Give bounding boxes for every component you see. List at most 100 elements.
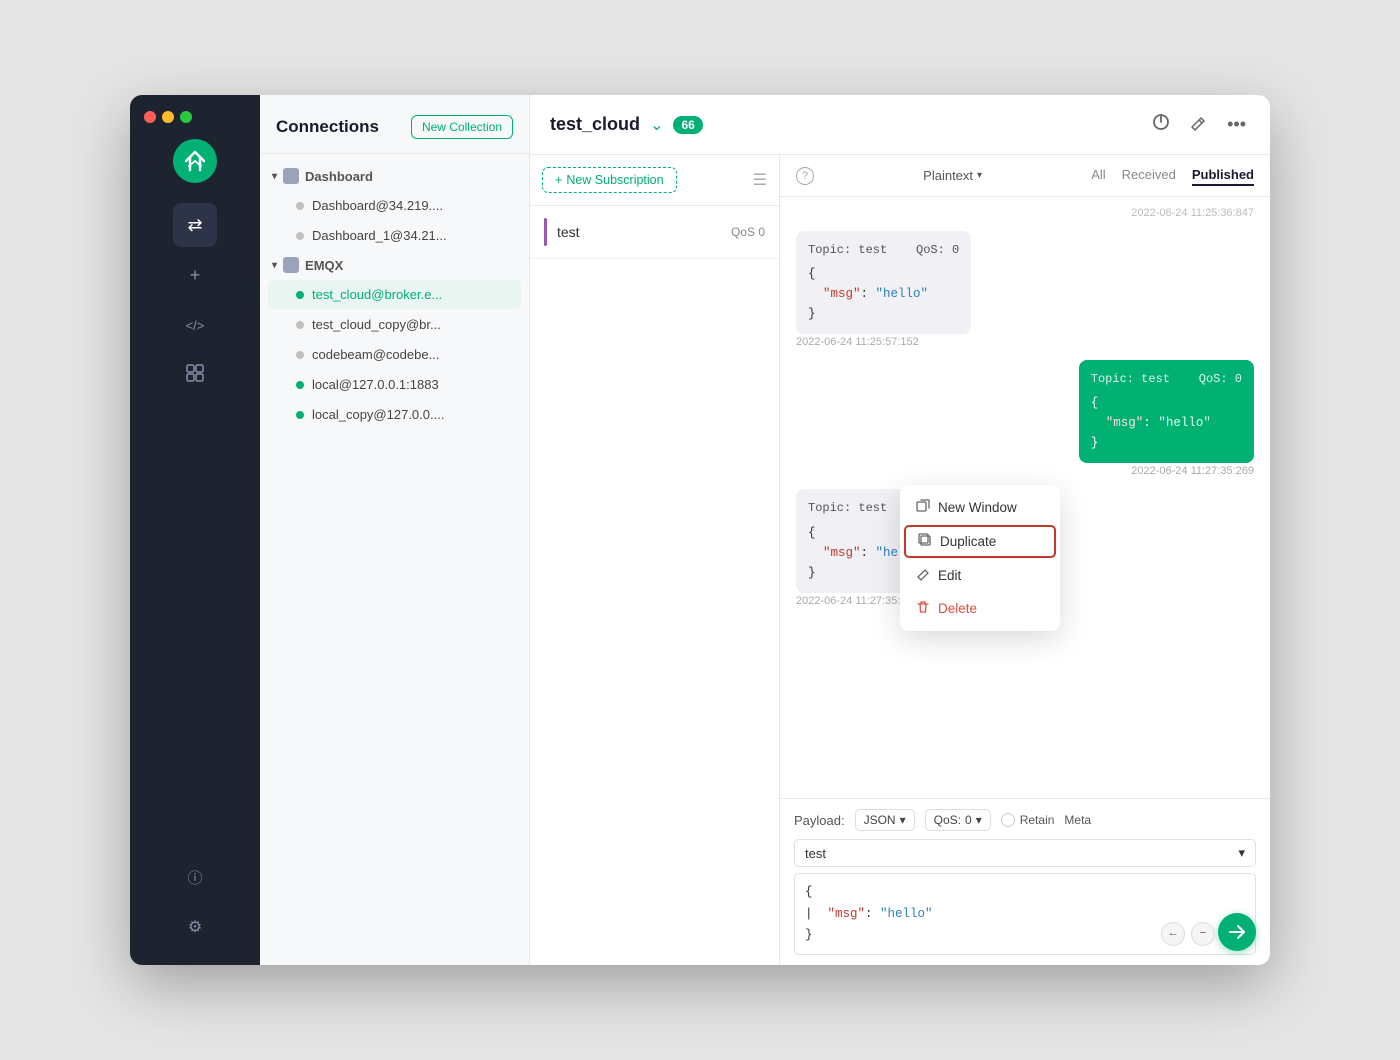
format-label: Plaintext: [923, 168, 973, 183]
chevron-down-icon: ▾: [1238, 845, 1245, 861]
chevron-down-icon: ▾: [900, 813, 906, 827]
chevron-down-icon: ▾: [272, 171, 277, 182]
connection-status-dot: [296, 381, 304, 389]
new-subscription-button[interactable]: + New Subscription: [542, 167, 677, 193]
context-menu-delete-label: Delete: [938, 601, 977, 616]
connection-item[interactable]: Dashboard@34.219....: [268, 191, 521, 220]
tab-all[interactable]: All: [1091, 165, 1105, 186]
delete-icon: [916, 600, 930, 617]
message-body: {: [808, 264, 959, 284]
connection-item[interactable]: test_cloud_copy@br...: [268, 310, 521, 339]
tab-received[interactable]: Received: [1122, 165, 1176, 186]
connection-label: test_cloud_copy@br...: [312, 317, 441, 332]
sidebar-item-schema[interactable]: [173, 353, 217, 397]
sidebar-item-settings[interactable]: ⚙: [173, 905, 217, 949]
connection-label: Dashboard@34.219....: [312, 198, 443, 213]
message-topic: Topic: test QoS: 0: [1091, 370, 1242, 389]
group-label: EMQX: [305, 258, 343, 273]
context-menu: New Window Duplicate Edit: [900, 485, 1060, 631]
connection-label: codebeam@codebe...: [312, 347, 439, 362]
close-button[interactable]: [144, 111, 156, 123]
group-emqx[interactable]: ▾ EMQX: [260, 251, 529, 279]
subscription-qos: QoS 0: [731, 225, 765, 239]
message-body: "msg": "hello": [1091, 413, 1242, 433]
edit-button[interactable]: [1186, 110, 1211, 140]
minus-button[interactable]: −: [1191, 922, 1215, 946]
sidebar-item-add[interactable]: +: [173, 253, 217, 297]
new-collection-button[interactable]: New Collection: [411, 115, 513, 139]
connection-item[interactable]: local@127.0.0.1:1883: [268, 370, 521, 399]
context-menu-new-window-label: New Window: [938, 500, 1017, 515]
message-timestamp: 2022-06-24 11:27:35:269: [796, 465, 1254, 477]
sidebar-bottom: ⓘ ⚙: [173, 855, 217, 949]
meta-button[interactable]: Meta: [1064, 813, 1091, 827]
connection-status-dot: [296, 351, 304, 359]
message-body: {: [1091, 393, 1242, 413]
message-count-badge: 66: [673, 116, 702, 134]
chevron-down-icon: ▾: [272, 260, 277, 271]
app-logo: [173, 139, 217, 183]
message-bubble-sent: Topic: test QoS: 0 { "msg": "hello" }: [1079, 360, 1254, 463]
connection-label: local_copy@127.0.0....: [312, 407, 444, 422]
connections-panel: Connections New Collection ▾ Dashboard D…: [260, 95, 530, 965]
connection-title: test_cloud: [550, 114, 640, 135]
sidebar-item-info[interactable]: ⓘ: [173, 855, 217, 899]
format-select[interactable]: JSON ▾: [855, 809, 915, 831]
topic-input[interactable]: test ▾: [794, 839, 1256, 867]
traffic-lights: [130, 111, 192, 123]
help-icon[interactable]: ?: [796, 167, 814, 185]
context-menu-duplicate[interactable]: Duplicate: [904, 525, 1056, 558]
subscription-item[interactable]: test QoS 0: [530, 206, 779, 259]
connection-item[interactable]: local_copy@127.0.0....: [268, 400, 521, 429]
info-icon: ⓘ: [187, 867, 202, 888]
minimize-button[interactable]: [162, 111, 174, 123]
settings-icon: ⚙: [188, 917, 202, 937]
group-icon: [283, 257, 299, 273]
connection-item[interactable]: Dashboard_1@34.21...: [268, 221, 521, 250]
older-timestamp: 2022-06-24 11:25:36:847: [796, 207, 1254, 219]
message-tabs: All Received Published: [1091, 165, 1254, 186]
message-timestamp: 2022-06-24 11:25:57:152: [796, 336, 1254, 348]
retain-label: Retain: [1020, 813, 1055, 827]
context-menu-edit-label: Edit: [938, 568, 961, 583]
payload-line1: {: [805, 882, 1245, 903]
subscriptions-panel: + New Subscription ☰ test QoS 0: [530, 155, 780, 965]
more-options-button[interactable]: •••: [1223, 110, 1250, 139]
power-button[interactable]: [1148, 109, 1174, 140]
connection-label: local@127.0.0.1:1883: [312, 377, 439, 392]
context-menu-new-window[interactable]: New Window: [900, 491, 1060, 524]
sidebar-item-connections[interactable]: ⇄: [173, 203, 217, 247]
context-menu-delete[interactable]: Delete: [900, 592, 1060, 625]
qos-label: QoS:: [934, 813, 961, 827]
connection-status-dot: [296, 411, 304, 419]
connections-title: Connections: [276, 117, 379, 137]
context-menu-edit[interactable]: Edit: [900, 559, 1060, 592]
send-button[interactable]: [1218, 913, 1256, 951]
qos-select[interactable]: QoS: 0 ▾: [925, 809, 991, 831]
connection-status-dot: [296, 321, 304, 329]
tab-published[interactable]: Published: [1192, 165, 1254, 186]
subscription-color-bar: [544, 218, 547, 246]
publish-area: Payload: JSON ▾ QoS: 0 ▾ Retain: [780, 798, 1270, 965]
connections-list: ▾ Dashboard Dashboard@34.219.... Dashboa…: [260, 154, 529, 965]
qos-value: 0: [965, 813, 972, 827]
add-icon: +: [190, 265, 201, 286]
main-content: test_cloud ⌄ 66 •••: [530, 95, 1270, 965]
message-body: "msg": "hello": [808, 284, 959, 304]
payload-label: Payload:: [794, 813, 845, 828]
prev-button[interactable]: ←: [1161, 922, 1185, 946]
maximize-button[interactable]: [180, 111, 192, 123]
sidebar-item-code[interactable]: </>: [173, 303, 217, 347]
connection-status-dot: [296, 232, 304, 240]
format-selector[interactable]: Plaintext ▾: [923, 168, 982, 183]
format-value: JSON: [864, 813, 896, 827]
group-dashboard[interactable]: ▾ Dashboard: [260, 162, 529, 190]
message-bubble-received: Topic: test QoS: 0 { "msg": "hello" }: [796, 231, 971, 334]
connection-item-active[interactable]: test_cloud@broker.e...: [268, 280, 521, 309]
connections-header: Connections New Collection: [260, 95, 529, 154]
list-view-icon[interactable]: ☰: [753, 170, 767, 190]
payload-input[interactable]: { | "msg": "hello" } ← − →: [794, 873, 1256, 955]
connection-item[interactable]: codebeam@codebe...: [268, 340, 521, 369]
message-group: Topic: test QoS: 0 { "msg": "hello" } 20…: [796, 231, 1254, 348]
retain-toggle[interactable]: Retain: [1001, 813, 1055, 827]
